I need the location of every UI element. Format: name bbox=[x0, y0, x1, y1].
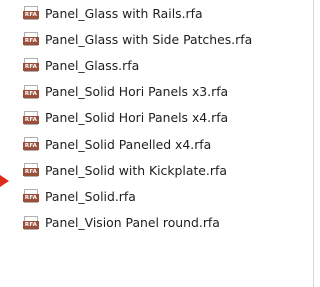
file-name: Panel_Glass.rfa bbox=[45, 57, 140, 73]
rfa-file-icon: RFA bbox=[23, 163, 39, 178]
file-item[interactable]: RFA Panel_Glass with Rails.rfa bbox=[15, 0, 313, 26]
file-name: Panel_Glass with Side Patches.rfa bbox=[45, 31, 253, 47]
file-list: RFA Panel_Glass with Rails.rfa RFA Panel… bbox=[15, 0, 313, 236]
rfa-file-icon: RFA bbox=[23, 137, 39, 152]
file-name: Panel_Solid Hori Panels x3.rfa bbox=[45, 84, 229, 100]
file-item[interactable]: RFA Panel_Solid Hori Panels x4.rfa bbox=[15, 105, 313, 131]
rfa-file-icon: RFA bbox=[23, 6, 39, 21]
file-item[interactable]: RFA Panel_Glass.rfa bbox=[15, 52, 313, 78]
red-arrow-pointer-icon bbox=[0, 175, 9, 187]
rfa-file-icon: RFA bbox=[23, 84, 39, 99]
file-item[interactable]: RFA Panel_Vision Panel round.rfa bbox=[15, 210, 313, 236]
rfa-file-icon: RFA bbox=[23, 110, 39, 125]
file-item[interactable]: RFA Panel_Solid Hori Panels x3.rfa bbox=[15, 79, 313, 105]
file-name: Panel_Solid Panelled x4.rfa bbox=[45, 136, 212, 152]
rfa-file-icon: RFA bbox=[23, 189, 39, 204]
rfa-file-icon: RFA bbox=[23, 215, 39, 230]
file-name: Panel_Vision Panel round.rfa bbox=[45, 215, 220, 231]
file-item[interactable]: RFA Panel_Solid Panelled x4.rfa bbox=[15, 131, 313, 157]
file-item[interactable]: RFA Panel_Glass with Side Patches.rfa bbox=[15, 26, 313, 52]
file-name: Panel_Solid with Kickplate.rfa bbox=[45, 162, 227, 178]
rfa-file-icon: RFA bbox=[23, 58, 39, 73]
panel-border bbox=[313, 0, 314, 287]
file-item[interactable]: RFA Panel_Solid with Kickplate.rfa bbox=[15, 157, 313, 183]
file-item[interactable]: RFA Panel_Solid.rfa bbox=[15, 183, 313, 209]
file-name: Panel_Solid.rfa bbox=[45, 188, 136, 204]
file-name: Panel_Glass with Rails.rfa bbox=[45, 5, 203, 21]
file-name: Panel_Solid Hori Panels x4.rfa bbox=[45, 110, 229, 126]
rfa-file-icon: RFA bbox=[23, 32, 39, 47]
